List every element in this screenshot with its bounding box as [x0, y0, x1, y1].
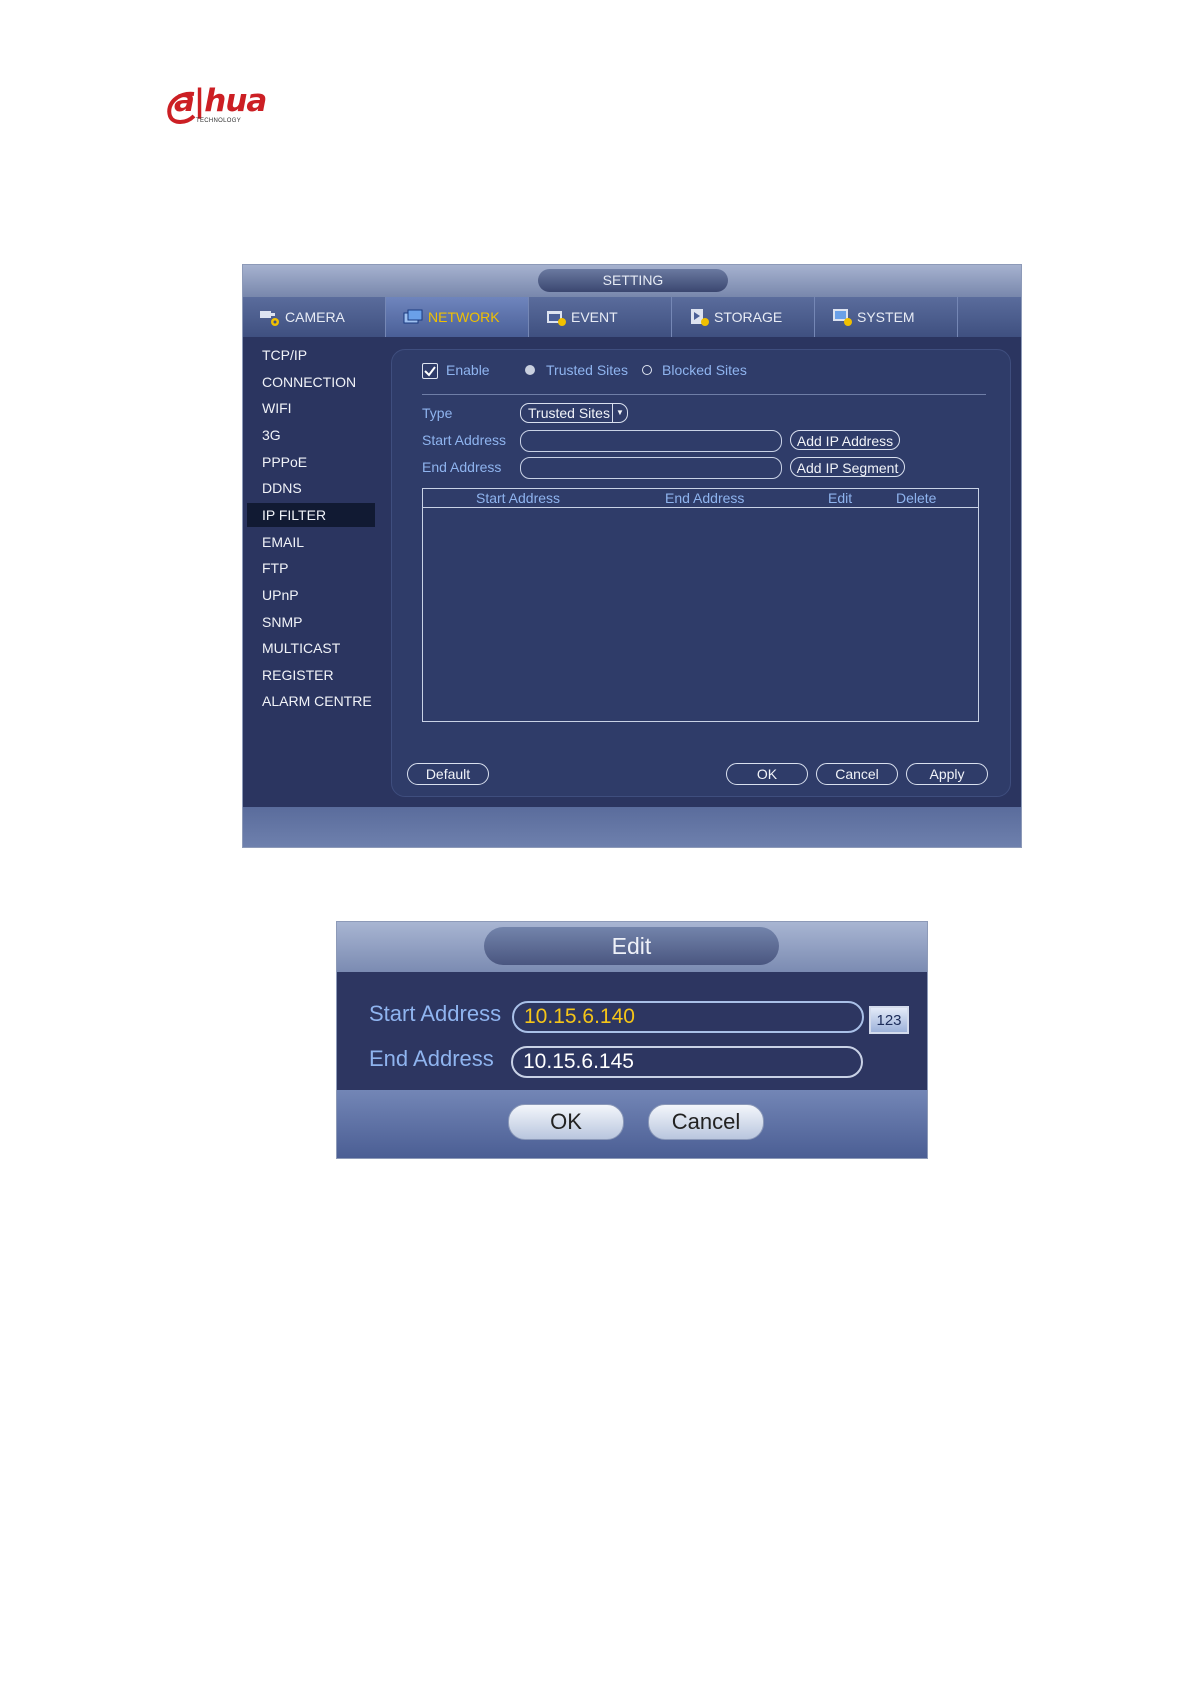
divider [422, 394, 986, 395]
sidebar-item-alarm-centre[interactable]: ALARM CENTRE [247, 689, 375, 713]
tab-storage[interactable]: STORAGE [672, 297, 815, 337]
setting-title: SETTING [538, 269, 728, 292]
sidebar-item-email[interactable]: EMAIL [247, 530, 375, 554]
ip-filter-panel: Enable Trusted Sites Blocked Sites Type … [391, 349, 1011, 797]
ip-filter-table: Start Address End Address Edit Delete [422, 488, 979, 722]
trusted-sites-radio[interactable] [525, 365, 535, 375]
col-start-address: Start Address [476, 490, 561, 506]
chevron-down-icon: ▼ [612, 404, 627, 422]
apply-button[interactable]: Apply [906, 763, 988, 785]
col-delete: Delete [896, 490, 937, 506]
type-select-value: Trusted Sites [528, 405, 610, 421]
logo-text: a|hua [174, 83, 267, 119]
sidebar-item-tcpip[interactable]: TCP/IP [247, 343, 375, 367]
table-header: Start Address End Address Edit Delete [423, 489, 978, 508]
main-tabs: CAMERA NETWORK EVENT STORAGE SYSTEM [243, 297, 1021, 337]
end-address-input[interactable] [520, 457, 782, 479]
sidebar: TCP/IP CONNECTION WIFI 3G PPPoE DDNS IP … [243, 337, 391, 807]
setting-header: SETTING [243, 265, 1021, 297]
sidebar-item-upnp[interactable]: UPnP [247, 583, 375, 607]
edit-ok-button[interactable]: OK [508, 1104, 624, 1140]
add-ip-address-button[interactable]: Add IP Address [790, 430, 900, 450]
tab-event[interactable]: EVENT [529, 297, 672, 337]
tab-camera[interactable]: CAMERA [243, 297, 386, 337]
cancel-button[interactable]: Cancel [816, 763, 898, 785]
enable-label: Enable [446, 362, 490, 378]
sidebar-item-connection[interactable]: CONNECTION [247, 370, 375, 394]
sidebar-item-ddns[interactable]: DDNS [247, 476, 375, 500]
col-end-address: End Address [665, 490, 745, 506]
start-address-input[interactable] [520, 430, 782, 452]
sidebar-item-multicast[interactable]: MULTICAST [247, 636, 375, 660]
edit-footer: OK Cancel [337, 1090, 927, 1158]
edit-cancel-button[interactable]: Cancel [648, 1104, 764, 1140]
type-select[interactable]: Trusted Sites ▼ [520, 403, 628, 423]
type-label: Type [422, 405, 453, 421]
end-address-label: End Address [422, 459, 502, 475]
tab-label: EVENT [571, 309, 618, 325]
blocked-sites-radio[interactable] [642, 365, 652, 375]
setting-footer [243, 807, 1021, 847]
tab-label: NETWORK [428, 309, 500, 325]
sidebar-item-snmp[interactable]: SNMP [247, 610, 375, 634]
tab-system[interactable]: SYSTEM [815, 297, 958, 337]
sidebar-item-pppoe[interactable]: PPPoE [247, 450, 375, 474]
sidebar-item-3g[interactable]: 3G [247, 423, 375, 447]
edit-dialog: Edit Start Address 10.15.6.140 123 End A… [336, 921, 928, 1159]
tab-label: CAMERA [285, 309, 345, 325]
system-icon [831, 307, 853, 327]
checkmark-icon [424, 366, 436, 377]
default-button[interactable]: Default [407, 763, 489, 785]
dahua-logo: a|hua TECHNOLOGY [164, 84, 284, 128]
keyboard-icon[interactable]: 123 [869, 1006, 909, 1034]
tab-label: STORAGE [714, 309, 783, 325]
edit-title: Edit [484, 927, 779, 965]
network-icon [402, 307, 424, 327]
sidebar-item-ip-filter[interactable]: IP FILTER [247, 503, 375, 527]
edit-end-address-input[interactable]: 10.15.6.145 [511, 1046, 863, 1078]
blocked-sites-label: Blocked Sites [662, 362, 747, 378]
sidebar-item-ftp[interactable]: FTP [247, 556, 375, 580]
logo-subtitle: TECHNOLOGY [196, 118, 242, 124]
edit-end-address-label: End Address [369, 1046, 494, 1071]
edit-start-address-label: Start Address [369, 1001, 502, 1026]
edit-header: Edit [337, 922, 927, 972]
tab-network[interactable]: NETWORK [386, 297, 529, 337]
camera-gear-icon [259, 307, 281, 327]
enable-checkbox[interactable] [422, 363, 438, 379]
tab-label: SYSTEM [857, 309, 915, 325]
setting-window: SETTING CAMERA NETWORK EVENT STORAGE SYS… [242, 264, 1022, 848]
storage-icon [688, 307, 710, 327]
sidebar-item-register[interactable]: REGISTER [247, 663, 375, 687]
sidebar-item-wifi[interactable]: WIFI [247, 396, 375, 420]
ok-button[interactable]: OK [726, 763, 808, 785]
start-address-label: Start Address [422, 432, 507, 448]
col-edit: Edit [828, 490, 853, 506]
event-icon [545, 307, 567, 327]
edit-start-address-input[interactable]: 10.15.6.140 [512, 1001, 864, 1033]
add-ip-segment-button[interactable]: Add IP Segment [790, 457, 905, 477]
trusted-sites-label: Trusted Sites [546, 362, 628, 378]
